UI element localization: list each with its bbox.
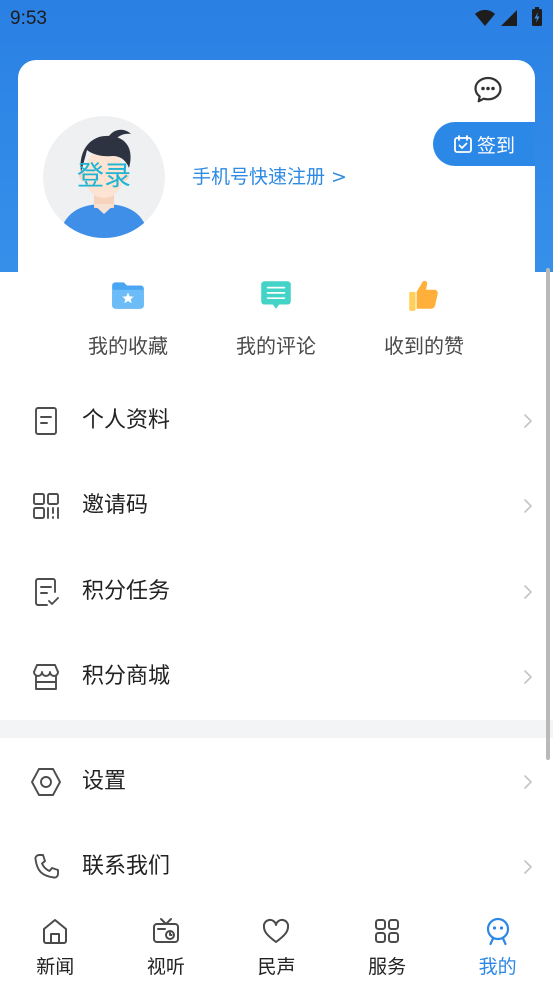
quick-action-favorites[interactable]: 我的收藏 bbox=[54, 276, 202, 359]
quick-action-label: 我的收藏 bbox=[88, 334, 168, 358]
menu-item-points-mall[interactable]: 积分商城 bbox=[0, 635, 553, 720]
menu-item-points-tasks[interactable]: 积分任务 bbox=[0, 550, 553, 635]
chevron-right-icon bbox=[524, 585, 532, 599]
wifi-icon bbox=[474, 9, 496, 27]
menu-item-label: 邀请码 bbox=[82, 493, 149, 518]
register-link[interactable]: 手机号快速注册 > bbox=[192, 164, 347, 190]
chevron-right-icon bbox=[524, 775, 532, 789]
tab-mine[interactable]: 我的 bbox=[442, 905, 553, 984]
section-divider bbox=[0, 720, 553, 738]
status-time: 9:53 bbox=[10, 8, 47, 29]
settings-icon bbox=[29, 765, 63, 799]
tab-label: 服务 bbox=[368, 956, 407, 978]
menu-item-label: 个人资料 bbox=[82, 408, 171, 433]
checkin-button[interactable]: 签到 bbox=[433, 122, 535, 166]
battery-charging-icon bbox=[531, 7, 543, 27]
quick-action-label: 收到的赞 bbox=[384, 334, 464, 358]
tv-icon bbox=[152, 918, 179, 943]
thumbs-up-icon bbox=[409, 280, 438, 311]
login-link[interactable]: 登录 bbox=[43, 160, 165, 194]
chevron-right-icon bbox=[524, 414, 532, 428]
chevron-right-icon bbox=[524, 499, 532, 513]
folder-star-icon bbox=[112, 282, 144, 309]
chevron-right-icon bbox=[524, 670, 532, 684]
bottom-nav: 新闻 视听 民声 服务 我的 bbox=[0, 905, 553, 984]
phone-icon bbox=[29, 850, 63, 884]
checkin-label: 签到 bbox=[477, 134, 516, 157]
tab-news[interactable]: 新闻 bbox=[0, 905, 111, 984]
heart-icon bbox=[263, 918, 290, 943]
scrollbar[interactable] bbox=[546, 268, 550, 760]
tab-label: 民声 bbox=[257, 956, 296, 978]
chat-bubble-icon bbox=[474, 76, 502, 103]
task-check-icon bbox=[29, 575, 63, 609]
tab-voice[interactable]: 民声 bbox=[221, 905, 332, 984]
quick-action-likes[interactable]: 收到的赞 bbox=[350, 276, 498, 359]
comment-icon bbox=[261, 281, 291, 309]
chevron-right-icon bbox=[524, 860, 532, 874]
home-icon bbox=[43, 919, 68, 944]
quick-actions: 我的收藏 我的评论 收到的赞 bbox=[54, 276, 498, 359]
document-icon bbox=[29, 404, 63, 438]
quick-action-label: 我的评论 bbox=[236, 334, 316, 358]
menu-item-label: 积分任务 bbox=[82, 579, 171, 604]
menu-item-label: 联系我们 bbox=[82, 854, 171, 879]
calendar-check-icon bbox=[454, 135, 472, 153]
menu-item-label: 积分商城 bbox=[82, 664, 171, 689]
menu-item-profile[interactable]: 个人资料 bbox=[0, 379, 553, 464]
quick-action-comments[interactable]: 我的评论 bbox=[202, 276, 350, 359]
grid-icon bbox=[375, 919, 400, 943]
tab-label: 我的 bbox=[478, 956, 517, 978]
menu-item-label: 设置 bbox=[82, 769, 127, 794]
store-icon bbox=[29, 660, 63, 694]
menu-item-contact-us[interactable]: 联系我们 bbox=[0, 825, 553, 910]
menu-item-invite-code[interactable]: 邀请码 bbox=[0, 464, 553, 549]
tab-label: 视听 bbox=[146, 956, 185, 978]
smiley-icon bbox=[486, 917, 509, 946]
tab-video[interactable]: 视听 bbox=[111, 905, 222, 984]
tab-label: 新闻 bbox=[36, 956, 75, 978]
menu-item-settings[interactable]: 设置 bbox=[0, 740, 553, 825]
message-button[interactable] bbox=[472, 74, 504, 106]
status-bar: 9:53 bbox=[0, 0, 553, 38]
qr-code-icon bbox=[29, 489, 63, 523]
tab-services[interactable]: 服务 bbox=[332, 905, 443, 984]
signal-icon bbox=[500, 9, 518, 27]
